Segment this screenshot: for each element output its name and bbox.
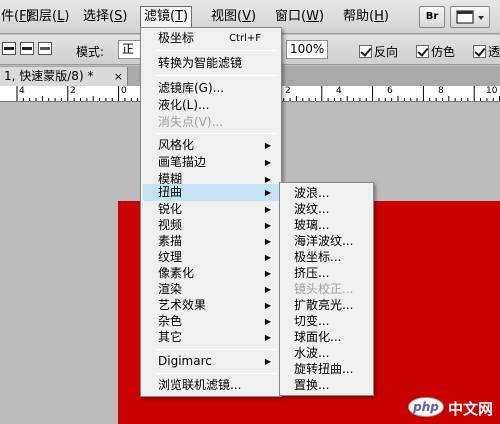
bridge-button[interactable]: Br <box>419 6 445 28</box>
menu-item-render[interactable]: 渲染 ▶ <box>143 281 279 298</box>
menu-item-video[interactable]: 视频 ▶ <box>143 217 279 234</box>
menu-separator <box>156 133 277 134</box>
submenu-arrow-icon: ▶ <box>264 357 271 366</box>
submenu-arrow-icon: ▶ <box>264 301 271 310</box>
menu-separator <box>156 50 277 51</box>
submenu-arrow-icon: ▶ <box>264 188 271 197</box>
menu-item-liquify[interactable]: 液化(L)... <box>143 97 279 114</box>
mode-select[interactable]: 正常 <box>118 40 142 59</box>
ruler-label: 2 <box>285 86 291 96</box>
menu-item-noise[interactable]: 杂色 ▶ <box>143 313 279 330</box>
gradient-angle-button[interactable] <box>38 42 52 55</box>
mode-label: 模式: <box>76 45 105 59</box>
document-tab-title: 1, 快速蒙版/8) * <box>4 69 94 83</box>
checkbox-check-icon <box>473 45 486 58</box>
ruler-label: 2 <box>70 86 76 96</box>
submenu-item-pinch[interactable]: 挤压... <box>282 265 371 281</box>
gradient-linear-button[interactable] <box>2 42 16 55</box>
document-tab[interactable]: 1, 快速蒙版/8) * × <box>0 67 128 86</box>
ruler-label: 4 <box>336 86 342 96</box>
menu-item-sharpen[interactable]: 锐化 ▶ <box>143 201 279 218</box>
menu-item-digimarc[interactable]: Digimarc ▶ <box>143 353 279 370</box>
menu-item-other[interactable]: 其它 ▶ <box>143 329 279 346</box>
ruler-label: 10 <box>486 86 498 96</box>
ruler-label: 8 <box>438 86 444 96</box>
watermark-text: 中文网 <box>448 400 494 418</box>
menu-separator <box>156 75 277 76</box>
submenu-arrow-icon: ▶ <box>264 221 271 230</box>
screen-mode-icon <box>456 10 484 24</box>
submenu-item-displace[interactable]: 置换... <box>282 377 371 393</box>
screen-mode-button[interactable] <box>450 6 490 28</box>
submenu-arrow-icon: ▶ <box>264 333 271 342</box>
menu-item-browse-online-filters[interactable]: 浏览联机滤镜... <box>143 377 279 394</box>
menu-item-pixelate[interactable]: 像素化 ▶ <box>143 265 279 282</box>
close-icon[interactable]: × <box>114 67 123 86</box>
submenu-item-wave[interactable]: 波浪... <box>282 185 371 201</box>
menu-item-artistic[interactable]: 艺术效果 ▶ <box>143 297 279 314</box>
gradient-radial-button[interactable] <box>20 42 34 55</box>
reverse-checkbox[interactable]: 反向 <box>359 43 398 60</box>
submenu-item-lens-correction: 镜头校正... <box>294 282 354 296</box>
menu-separator <box>156 373 277 374</box>
menu-item-texture[interactable]: 纹理 ▶ <box>143 249 279 266</box>
menu-help[interactable]: 帮助(H) <box>340 6 392 28</box>
submenu-item-polar-coordinates[interactable]: 极坐标... <box>282 249 371 265</box>
menu-item-vanishing-point: 消失点(V)... <box>158 115 224 129</box>
menu-layer[interactable]: 图层(L) <box>23 6 72 28</box>
submenu-arrow-icon: ▶ <box>264 317 271 326</box>
submenu-item-spherize[interactable]: 球面化... <box>282 329 371 345</box>
submenu-item-glass[interactable]: 玻璃... <box>282 217 371 233</box>
site-watermark: php 中文网 <box>408 395 496 419</box>
menu-separator <box>156 349 277 350</box>
menu-item-convert-smart-filter[interactable]: 转换为智能滤镜 <box>143 55 279 72</box>
ruler-label: 6 <box>387 86 393 96</box>
menu-item-stylize[interactable]: 风格化 ▶ <box>143 137 279 154</box>
submenu-arrow-icon: ▶ <box>264 158 271 167</box>
menu-item-filter-gallery[interactable]: 滤镜库(G)... <box>143 80 279 97</box>
submenu-arrow-icon: ▶ <box>264 237 271 246</box>
distort-submenu: 波浪... 波纹... 玻璃... 海洋波纹... 极坐标... 挤压... 镜… <box>279 182 374 396</box>
menu-item-brush-strokes[interactable]: 画笔描边 ▶ <box>143 154 279 171</box>
dither-checkbox[interactable]: 仿色 <box>416 43 455 60</box>
submenu-item-ocean-ripple[interactable]: 海洋波纹... <box>282 233 371 249</box>
php-logo: php <box>408 397 444 417</box>
ruler-label: 4 <box>19 86 25 96</box>
submenu-arrow-icon: ▶ <box>264 285 271 294</box>
submenu-item-zigzag[interactable]: 水波... <box>282 345 371 361</box>
submenu-arrow-icon: ▶ <box>264 269 271 278</box>
opacity-input[interactable]: 100% <box>286 40 328 59</box>
checkbox-check-icon <box>359 45 372 58</box>
menu-item-sketch[interactable]: 素描 ▶ <box>143 233 279 250</box>
submenu-item-twirl[interactable]: 旋转扭曲... <box>282 361 371 377</box>
transparency-checkbox[interactable]: 透 <box>473 43 500 60</box>
menu-select[interactable]: 选择(S) <box>80 6 130 28</box>
menu-item-distort[interactable]: 扭曲 ▶ <box>143 184 279 201</box>
submenu-arrow-icon: ▶ <box>264 253 271 262</box>
filter-menu-dropdown: 极坐标 Ctrl+F 转换为智能滤镜 滤镜库(G)... 液化(L)... 消失… <box>140 27 282 397</box>
ruler-label: 0 <box>121 86 127 96</box>
shortcut-label: Ctrl+F <box>229 33 261 44</box>
submenu-item-ripple[interactable]: 波纹... <box>282 201 371 217</box>
submenu-item-diffuse-glow[interactable]: 扩散亮光... <box>282 297 371 313</box>
menu-item-last-filter[interactable]: 极坐标 Ctrl+F <box>143 30 279 47</box>
submenu-arrow-icon: ▶ <box>264 205 271 214</box>
menu-view[interactable]: 视图(V) <box>208 6 259 28</box>
checkbox-check-icon <box>416 45 429 58</box>
menu-window[interactable]: 窗口(W) <box>272 6 327 28</box>
submenu-arrow-icon: ▶ <box>264 141 271 150</box>
menu-filter[interactable]: 滤镜(T) <box>140 6 193 28</box>
submenu-item-shear[interactable]: 切变... <box>282 313 371 329</box>
